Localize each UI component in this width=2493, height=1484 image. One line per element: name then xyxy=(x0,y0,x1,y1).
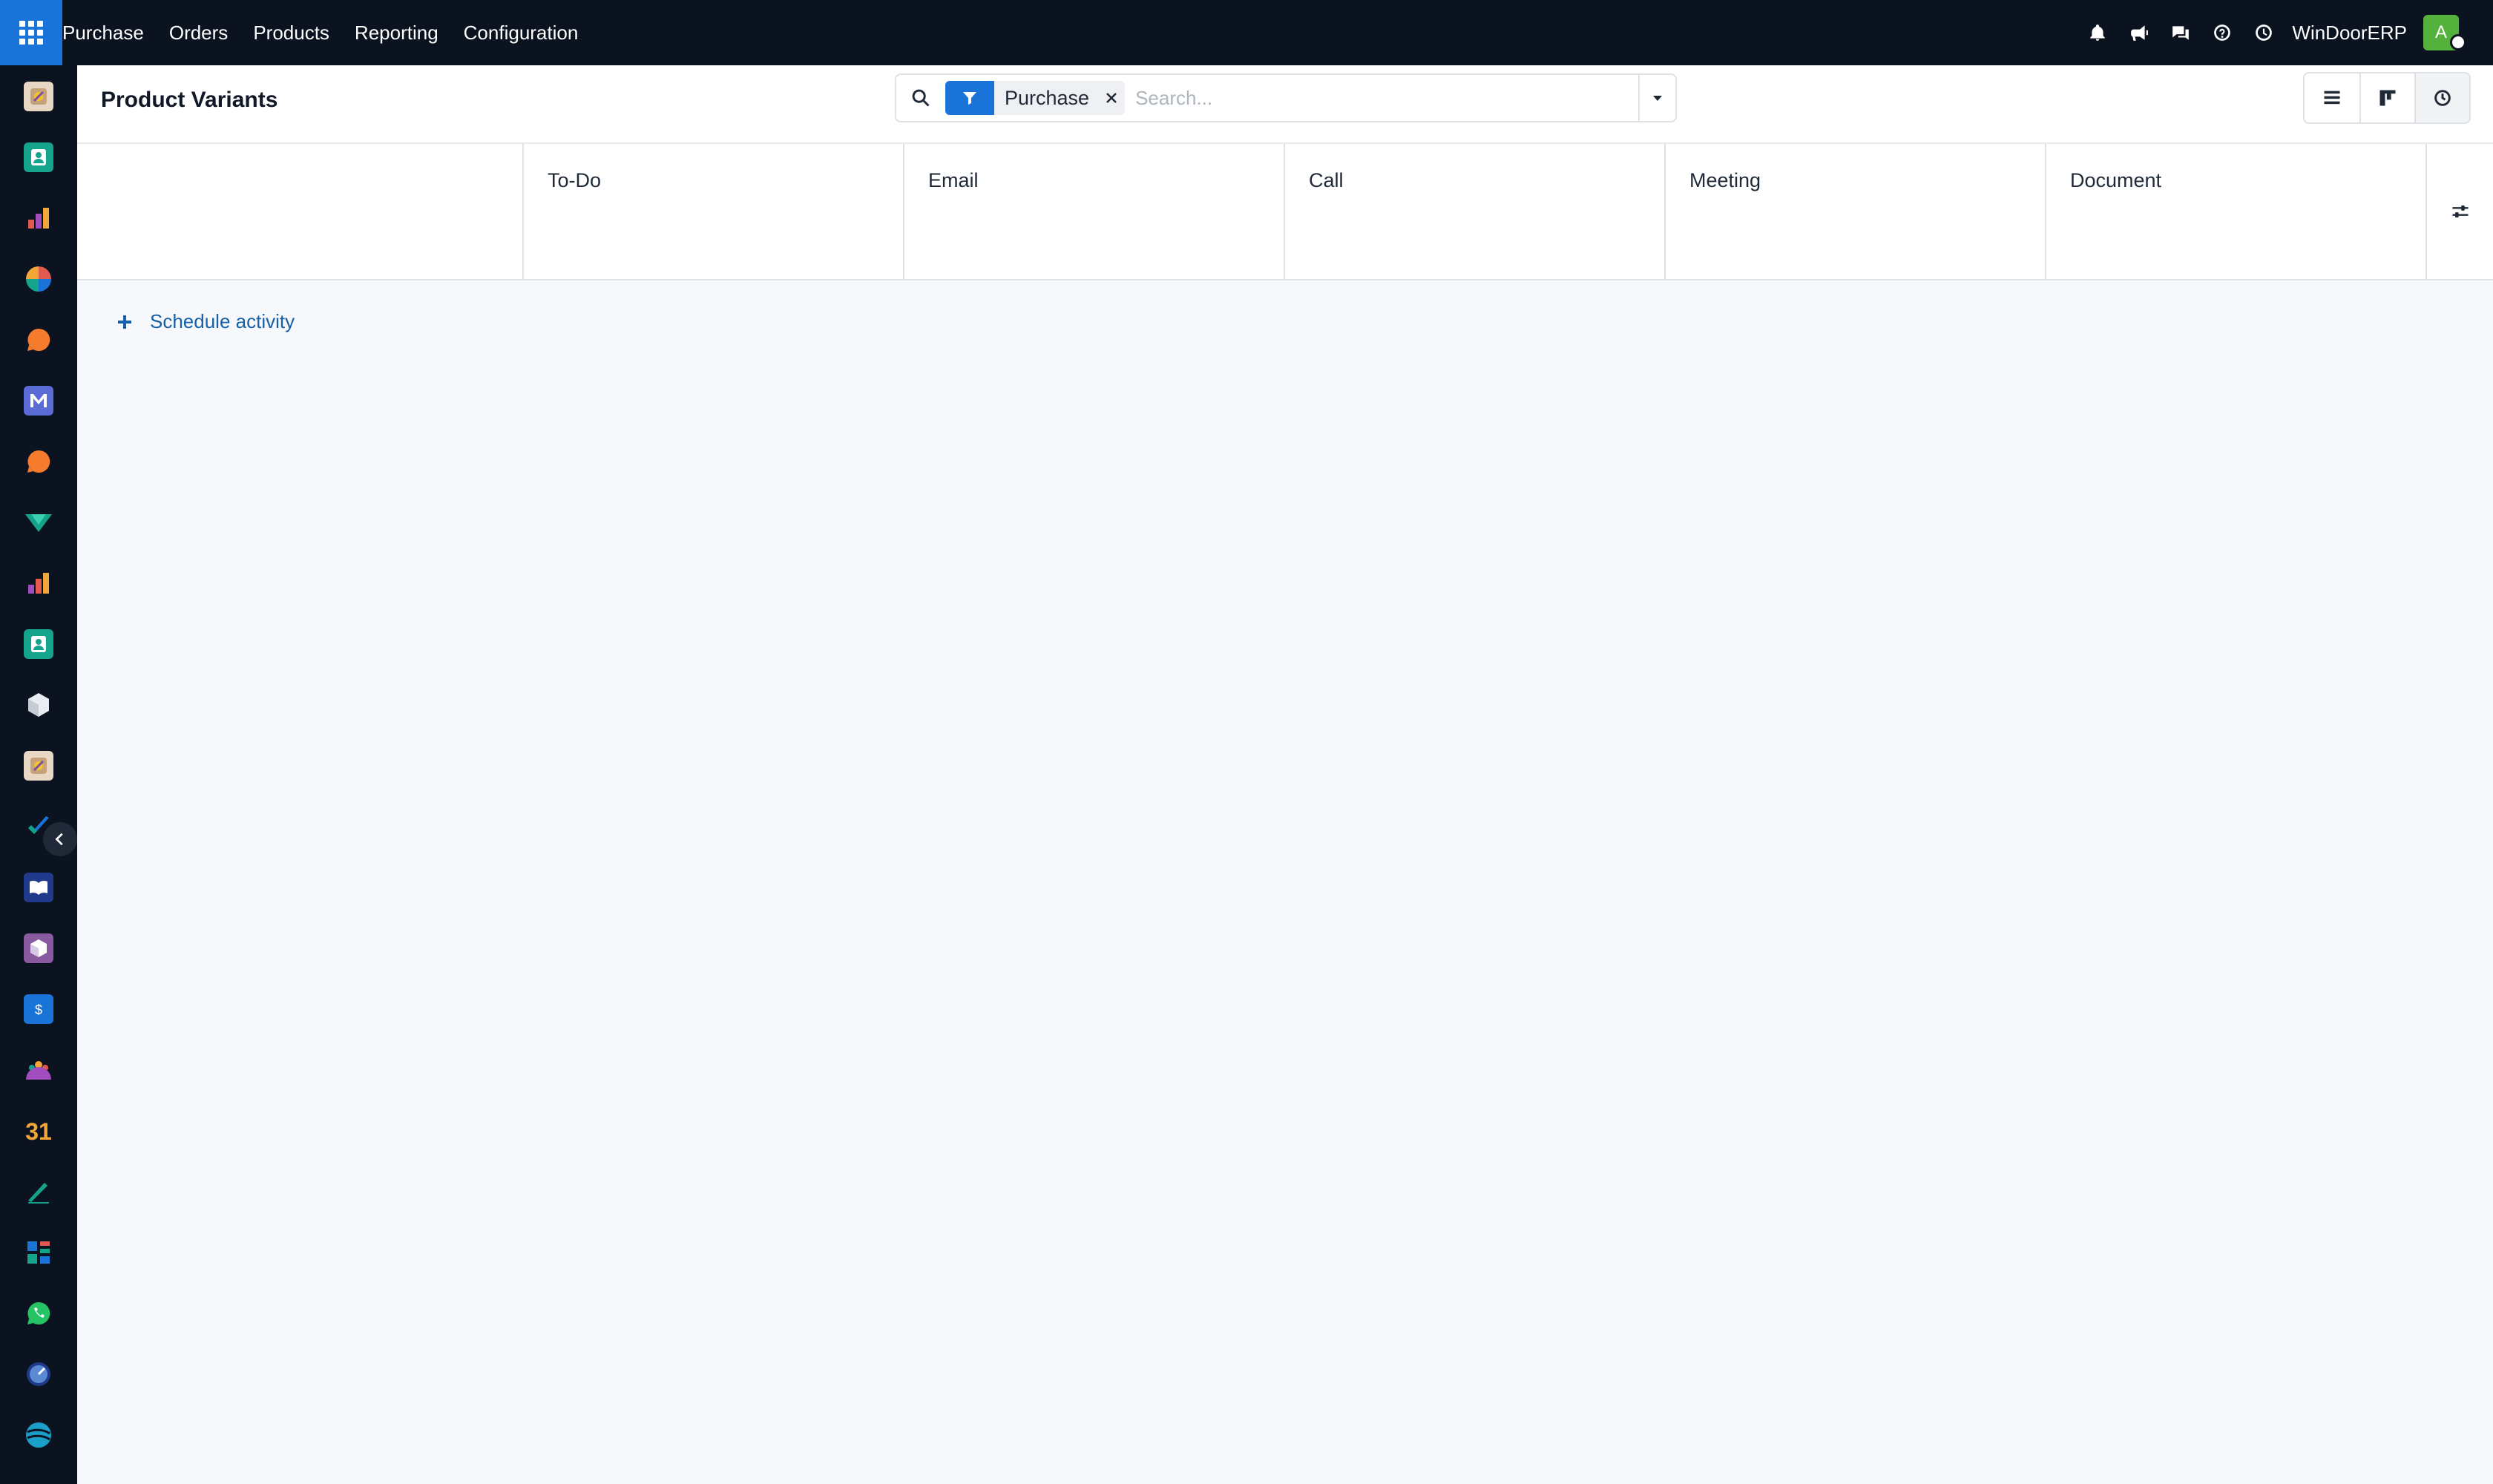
kanban-view-icon xyxy=(2379,90,2396,106)
website-app-icon[interactable] xyxy=(24,1420,53,1450)
apps-grid-icon xyxy=(19,21,43,45)
sliders-icon xyxy=(2452,205,2468,218)
search-input[interactable] xyxy=(1125,77,1638,119)
page-title: Product Variants xyxy=(101,88,278,112)
dashboards-app-icon[interactable] xyxy=(24,1238,53,1267)
main-menu: Purchase Orders Products Reporting Confi… xyxy=(62,0,591,65)
whatsapp-app-icon[interactable] xyxy=(24,1298,53,1328)
knowledge-app-icon[interactable] xyxy=(24,873,53,902)
app-sidebar: $ 31 xyxy=(0,65,77,1484)
systray: WinDoorERP A xyxy=(2077,0,2493,65)
column-todo[interactable]: To-Do xyxy=(524,144,904,279)
livechat-app-icon[interactable] xyxy=(24,447,53,476)
bell-icon[interactable] xyxy=(2077,0,2118,65)
search-bar: Purchase xyxy=(895,73,1677,122)
calendar-app-icon[interactable]: 31 xyxy=(24,1116,53,1146)
kanban-view-button[interactable] xyxy=(2359,73,2414,122)
purchase-app-2-icon[interactable] xyxy=(24,751,53,781)
facet-value: Purchase xyxy=(1005,86,1090,109)
timesheet-app-icon[interactable] xyxy=(24,1359,53,1389)
column-email[interactable]: Email xyxy=(904,144,1285,279)
activity-view-button[interactable] xyxy=(2414,73,2469,122)
menu-reporting[interactable]: Reporting xyxy=(342,0,451,65)
search-facet: Purchase xyxy=(945,81,1126,115)
list-view-icon xyxy=(2324,91,2340,105)
company-switcher[interactable]: WinDoorERP xyxy=(2285,22,2423,45)
menu-orders[interactable]: Orders xyxy=(157,0,240,65)
discuss-app-icon[interactable] xyxy=(24,325,53,355)
control-panel: Product Variants Purchase xyxy=(77,65,2493,144)
project-app-icon[interactable] xyxy=(24,508,53,537)
caret-down-icon xyxy=(1653,96,1662,101)
search-options-toggle[interactable] xyxy=(1638,75,1675,121)
chat-icon[interactable] xyxy=(2160,0,2201,65)
column-document[interactable]: Document xyxy=(2046,144,2427,279)
activity-view-icon xyxy=(2434,90,2451,106)
contacts-app-icon[interactable] xyxy=(24,142,53,172)
list-view-button[interactable] xyxy=(2305,73,2359,122)
dashboard-app-icon[interactable] xyxy=(24,264,53,294)
sidebar-collapse-button[interactable] xyxy=(43,822,77,856)
inventory-app-icon[interactable] xyxy=(24,690,53,720)
employees-app-icon[interactable] xyxy=(24,629,53,659)
chevron-left-icon xyxy=(55,833,63,846)
menu-products[interactable]: Products xyxy=(240,0,342,65)
column-meeting[interactable]: Meeting xyxy=(1666,144,2046,279)
purchase-app-icon[interactable] xyxy=(24,82,53,111)
remove-facet-button[interactable] xyxy=(1098,81,1125,115)
schedule-activity-label: Schedule activity xyxy=(150,310,295,332)
product-app-icon[interactable] xyxy=(24,933,53,963)
sales-app-icon[interactable] xyxy=(24,568,53,598)
svg-text:$: $ xyxy=(35,1002,42,1017)
apps-menu-button[interactable] xyxy=(0,0,62,65)
presence-status-icon xyxy=(2450,34,2466,50)
help-icon[interactable] xyxy=(2201,0,2243,65)
close-icon xyxy=(1106,93,1117,103)
menu-purchase[interactable]: Purchase xyxy=(62,0,157,65)
schedule-activity-link[interactable]: Schedule activity xyxy=(116,310,295,333)
activity-table-header: To-Do Email Call Meeting Document xyxy=(77,144,2493,280)
search-icon[interactable] xyxy=(896,75,945,121)
top-navbar: Purchase Orders Products Reporting Confi… xyxy=(0,0,2493,65)
plus-icon xyxy=(118,315,131,329)
filter-icon xyxy=(945,81,994,115)
user-menu[interactable]: A xyxy=(2423,0,2471,65)
menu-configuration[interactable]: Configuration xyxy=(451,0,591,65)
clock-icon[interactable] xyxy=(2243,0,2285,65)
invoicing-app-icon[interactable]: $ xyxy=(24,994,53,1024)
email-marketing-app-icon[interactable] xyxy=(24,386,53,416)
column-call[interactable]: Call xyxy=(1285,144,1666,279)
reporting-app-icon[interactable] xyxy=(24,203,53,233)
sign-app-icon[interactable] xyxy=(24,1177,53,1206)
column-settings-button[interactable] xyxy=(2427,144,2493,279)
record-column-header xyxy=(77,144,524,279)
view-switcher xyxy=(2303,72,2471,124)
team-app-icon[interactable] xyxy=(24,1055,53,1085)
svg-text:31: 31 xyxy=(25,1118,52,1144)
megaphone-icon[interactable] xyxy=(2118,0,2160,65)
